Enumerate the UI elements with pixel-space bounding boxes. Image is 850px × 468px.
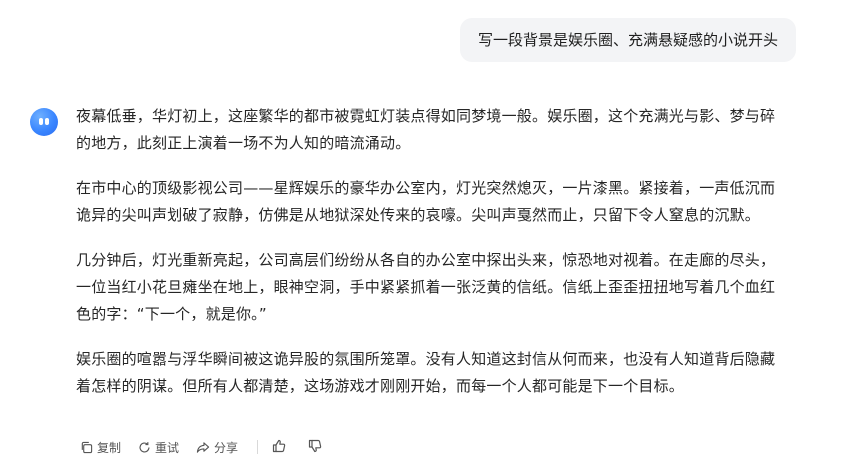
like-button[interactable] [272, 439, 286, 456]
avatar-eye-left [39, 118, 43, 125]
retry-button[interactable]: 重试 [138, 439, 179, 456]
share-label: 分享 [214, 440, 239, 455]
copy-icon [80, 441, 93, 454]
user-message-text: 写一段背景是娱乐圈、充满悬疑感的小说开头 [477, 31, 778, 49]
dislike-button[interactable] [308, 439, 322, 456]
retry-label: 重试 [155, 440, 180, 455]
reply-paragraph: 在市中心的顶级影视公司——星辉娱乐的豪华办公室内，灯光突然熄灭，一片漆黑。紧接着… [76, 179, 776, 224]
avatar-eye-right [45, 118, 49, 125]
reply-paragraph: 几分钟后，灯光重新亮起，公司高层们纷纷从各自的办公室中探出头来，惊恐地对视着。在… [76, 251, 776, 323]
reply-paragraph: 夜幕低垂，华灯初上，这座繁华的都市被霓虹灯装点得如同梦境一般。娱乐圈，这个充满光… [76, 107, 776, 152]
refresh-icon [138, 441, 151, 454]
reply-paragraph: 娱乐圈的喧嚣与浮华瞬间被这诡异股的氛围所笼罩。没有人知道这封信从何而来，也没有人… [76, 350, 776, 395]
bot-face-icon [30, 108, 58, 136]
thumbs-up-icon [272, 439, 286, 456]
message-action-bar: 复制 重试 分享 [80, 437, 344, 457]
share-icon [196, 441, 210, 454]
copy-label: 复制 [97, 440, 122, 455]
user-message-bubble: 写一段背景是娱乐圈、充满悬疑感的小说开头 [459, 18, 796, 62]
share-button[interactable]: 分享 [196, 439, 238, 456]
assistant-reply: 夜幕低垂，华灯初上，这座繁华的都市被霓虹灯装点得如同梦境一般。娱乐圈，这个充满光… [76, 103, 788, 418]
action-divider [257, 440, 259, 454]
thumbs-down-icon [308, 439, 322, 456]
copy-button[interactable]: 复制 [80, 439, 121, 456]
